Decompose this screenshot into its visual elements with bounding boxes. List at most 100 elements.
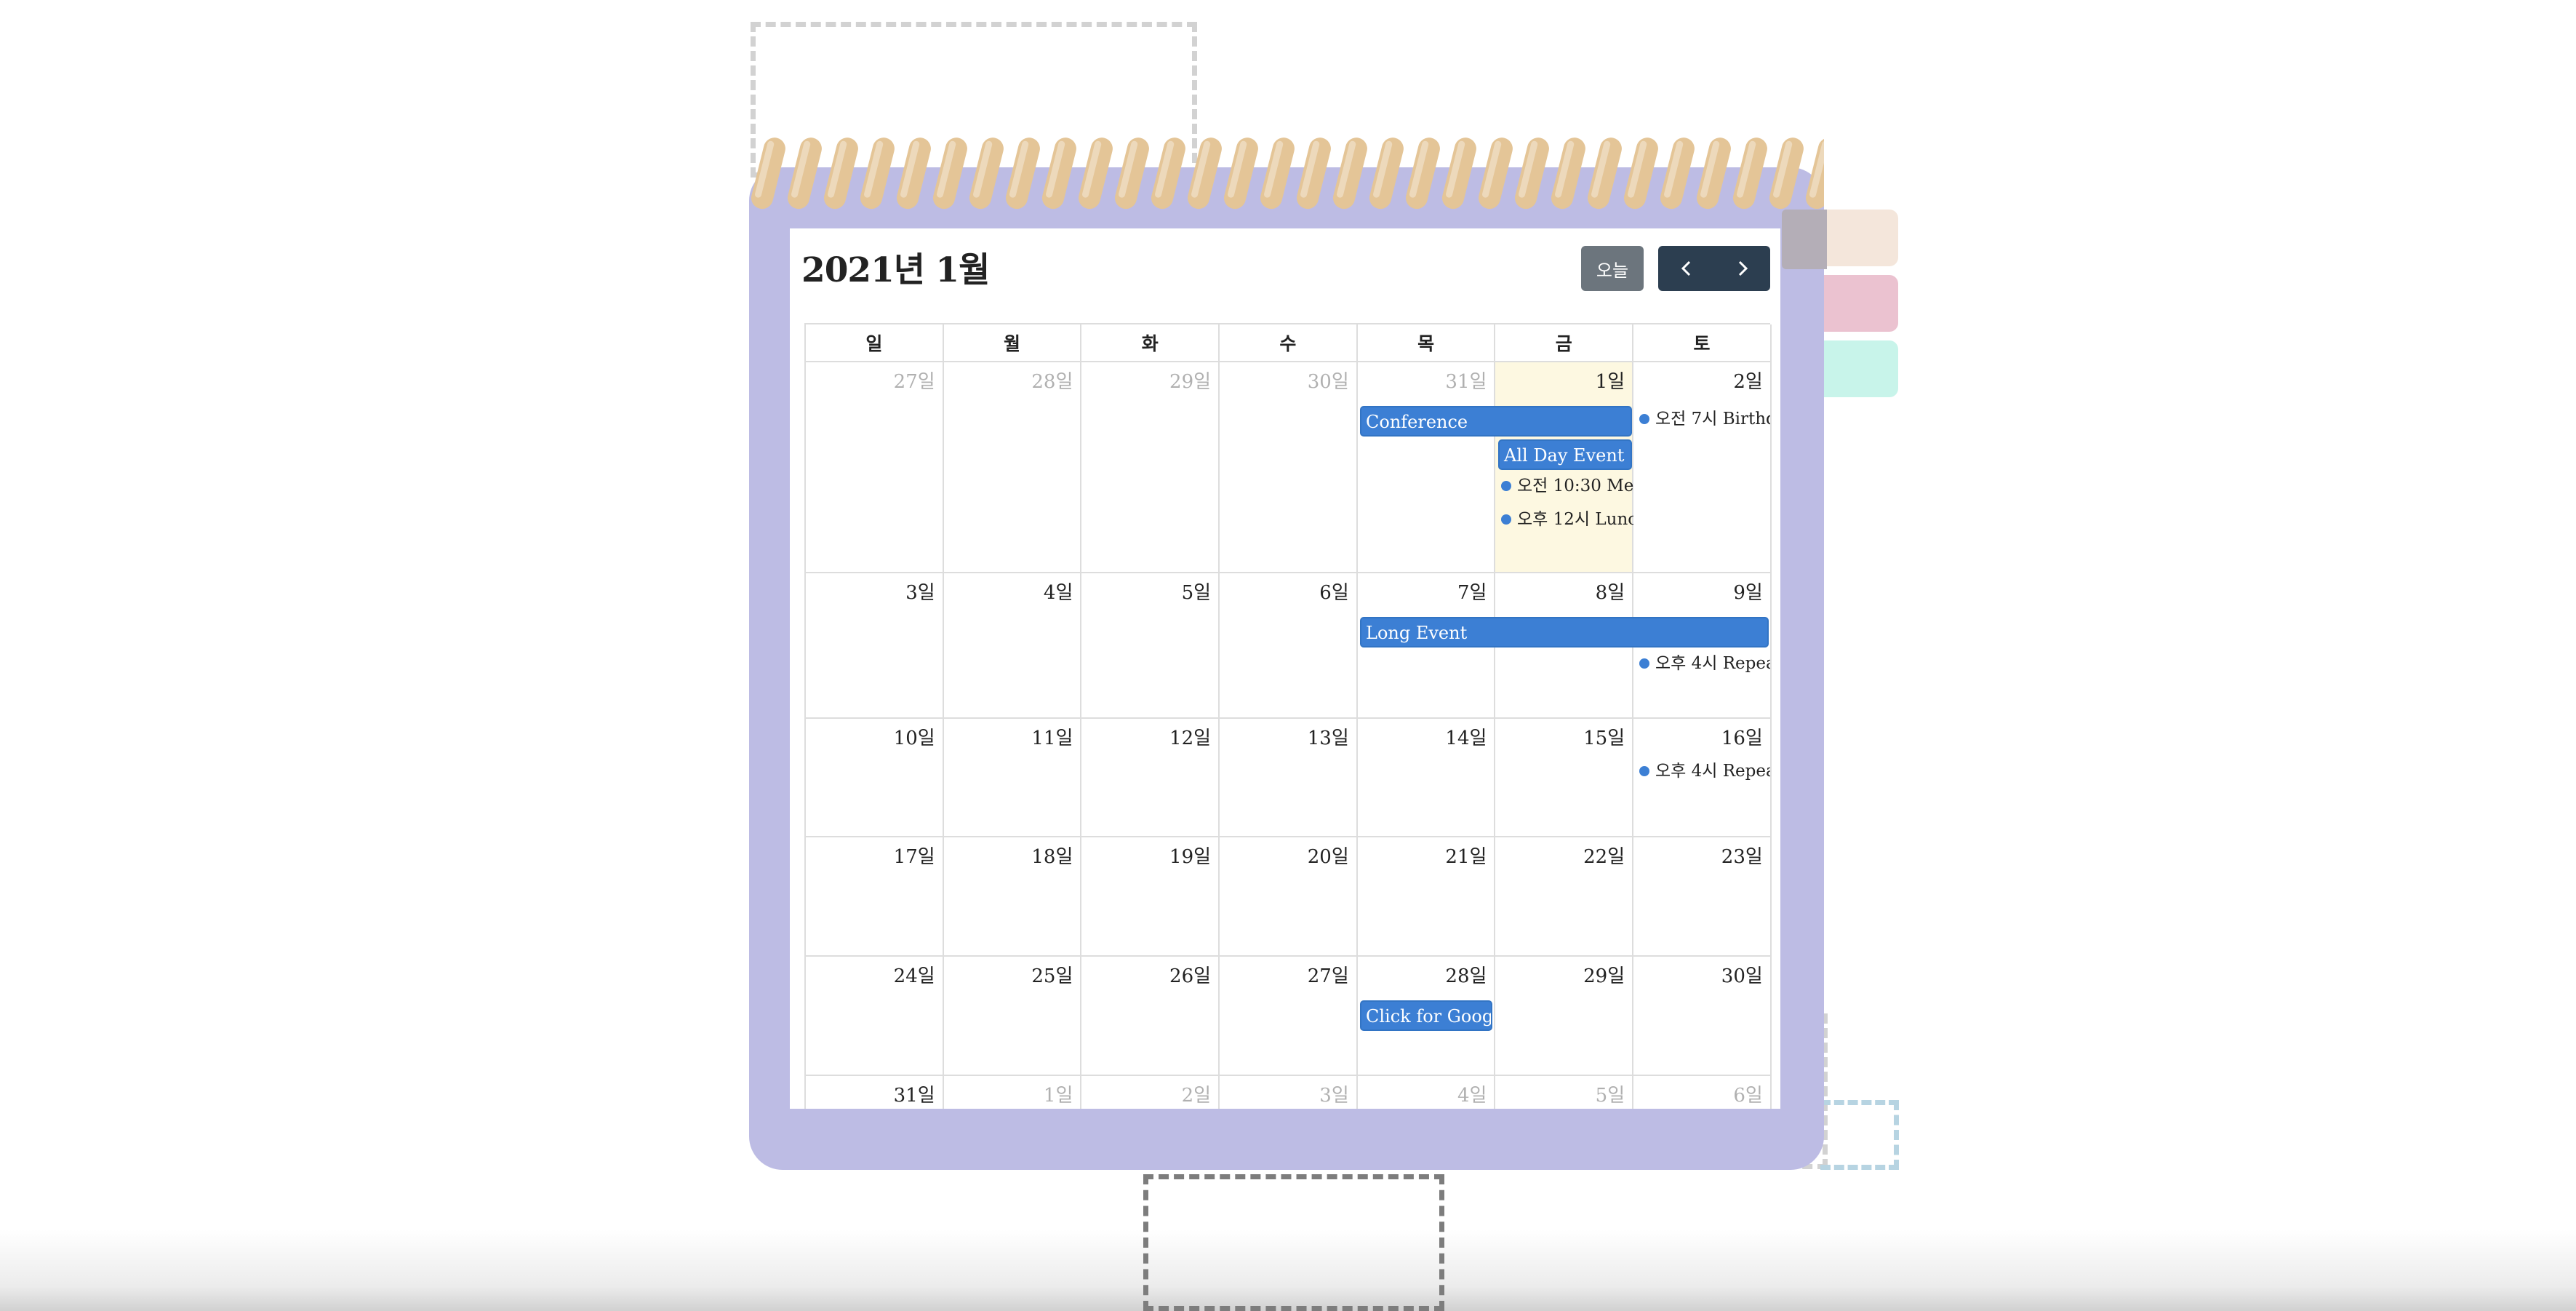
day-number: 14일 <box>1445 728 1487 749</box>
event-repeating[interactable]: 오후 4시 Repeating Event <box>1639 758 1770 784</box>
day-number: 30일 <box>1307 371 1349 393</box>
day-cell[interactable]: 22일 <box>1495 837 1634 957</box>
binding-ring <box>1294 135 1334 212</box>
binding-ring <box>1548 135 1588 212</box>
event-dot-icon <box>1639 766 1649 776</box>
day-cell[interactable]: 29일 <box>1081 362 1220 573</box>
event-repeating[interactable]: 오후 4시 Repeating Event <box>1639 650 1770 677</box>
day-number: 4일 <box>1457 1085 1487 1107</box>
day-cell[interactable]: 26일 <box>1081 957 1220 1076</box>
event-all-day[interactable]: All Day Event <box>1498 439 1632 470</box>
day-cell[interactable]: 17일 <box>806 837 944 957</box>
day-cell[interactable]: 18일 <box>943 837 1082 957</box>
day-cell[interactable]: 14일 <box>1357 719 1496 837</box>
day-cell[interactable]: 5일 <box>1081 573 1220 719</box>
binding-ring <box>1403 135 1443 212</box>
day-cell[interactable]: 28일 <box>943 362 1082 573</box>
day-cell[interactable]: 4일 <box>1358 1076 1496 1109</box>
prev-month-button[interactable] <box>1658 246 1714 291</box>
today-button[interactable]: 오늘 <box>1581 246 1644 291</box>
day-number: 13일 <box>1307 728 1349 749</box>
day-cell[interactable]: 4일 <box>943 573 1082 719</box>
day-cell[interactable]: 31일 <box>806 1076 944 1109</box>
weekday-tue: 화 <box>1081 324 1220 362</box>
day-cell[interactable]: 3일 <box>1220 1076 1358 1109</box>
event-meeting[interactable]: 오전 10:30 Meeting <box>1501 473 1633 499</box>
event-google-link[interactable]: Click for Google <box>1360 1000 1492 1031</box>
day-cell[interactable]: 2일 <box>1633 362 1772 573</box>
day-cell[interactable]: 15일 <box>1495 719 1634 837</box>
dashed-placeholder-bottom <box>1143 1174 1444 1311</box>
day-cell[interactable]: 20일 <box>1220 837 1358 957</box>
weekday-mon: 월 <box>943 324 1082 362</box>
day-number: 29일 <box>1169 371 1212 393</box>
day-number: 23일 <box>1721 846 1763 868</box>
day-number: 31일 <box>1445 371 1487 393</box>
month-navigation <box>1658 246 1770 291</box>
side-tab-pink[interactable] <box>1818 275 1898 332</box>
day-number: 3일 <box>905 582 935 604</box>
weekday-thu: 목 <box>1357 324 1496 362</box>
day-number: 25일 <box>1031 965 1073 987</box>
day-cell[interactable]: 6일 <box>1220 573 1358 719</box>
day-number: 4일 <box>1043 582 1073 604</box>
binding-ring <box>1003 135 1043 212</box>
day-number: 10일 <box>893 728 935 749</box>
event-birthday[interactable]: 오전 7시 Birthday Party <box>1639 406 1770 432</box>
binding-ring <box>1148 135 1188 212</box>
binding-ring <box>1076 135 1116 212</box>
binding-ring <box>1367 135 1407 212</box>
weekday-sat: 토 <box>1633 324 1772 362</box>
day-cell[interactable]: 25일 <box>943 957 1082 1076</box>
event-dot-icon <box>1501 481 1511 491</box>
event-lunch[interactable]: 오후 12시 Lunch <box>1501 506 1633 533</box>
day-cell[interactable]: 23일 <box>1633 837 1772 957</box>
day-cell[interactable]: 19일 <box>1081 837 1220 957</box>
week-row: 10일 11일 12일 13일 14일 15일 16일 오후 4시 Repeat… <box>806 719 1772 837</box>
month-grid: 일 월 화 수 목 금 토 27일 28일 29일 30일 31일 1일 2일 … <box>804 323 1772 1109</box>
day-cell[interactable]: 6일 <box>1633 1076 1772 1109</box>
event-conference[interactable]: Conference <box>1360 406 1632 437</box>
binding-ring <box>1767 135 1807 212</box>
weekday-wed: 수 <box>1220 324 1358 362</box>
day-number: 2일 <box>1733 371 1763 393</box>
next-month-button[interactable] <box>1714 246 1770 291</box>
day-cell[interactable]: 5일 <box>1495 1076 1634 1109</box>
side-tab-peach[interactable] <box>1818 210 1898 266</box>
day-cell[interactable]: 13일 <box>1220 719 1358 837</box>
day-cell[interactable]: 2일 <box>1081 1076 1220 1109</box>
day-cell[interactable]: 12일 <box>1081 719 1220 837</box>
day-cell[interactable]: 27일 <box>1220 957 1358 1076</box>
binding-ring <box>1621 135 1661 212</box>
binding-ring <box>1257 135 1297 212</box>
binding-ring <box>1439 135 1479 212</box>
day-cell[interactable]: 30일 <box>1633 957 1772 1076</box>
chevron-left-icon <box>1681 260 1690 276</box>
day-cell[interactable]: 30일 <box>1220 362 1358 573</box>
day-cell[interactable]: 21일 <box>1357 837 1496 957</box>
day-cell[interactable]: 11일 <box>943 719 1082 837</box>
event-long[interactable]: Long Event <box>1360 617 1769 647</box>
week-row: 3일 4일 5일 6일 7일 8일 9일 Long Event 오후 4시 Re… <box>806 573 1772 719</box>
day-number: 29일 <box>1583 965 1625 987</box>
day-cell[interactable]: 24일 <box>806 957 944 1076</box>
event-dot-icon <box>1639 658 1649 669</box>
day-cell[interactable]: 31일 <box>1357 362 1496 573</box>
event-repeating-label: 오후 4시 Repeating Event <box>1655 762 1770 781</box>
binding-ring <box>821 135 861 212</box>
day-number: 19일 <box>1169 846 1212 868</box>
binding-ring <box>1221 135 1261 212</box>
day-cell[interactable]: 1일 <box>944 1076 1082 1109</box>
binding-ring <box>1803 135 1824 212</box>
day-cell[interactable]: 29일 <box>1495 957 1634 1076</box>
side-tab-mint[interactable] <box>1818 340 1898 397</box>
day-number: 20일 <box>1307 846 1349 868</box>
day-number: 22일 <box>1583 846 1625 868</box>
day-number: 9일 <box>1733 582 1763 604</box>
day-cell[interactable]: 27일 <box>806 362 944 573</box>
week-row: 27일 28일 29일 30일 31일 1일 2일 Conference All… <box>806 362 1772 573</box>
day-cell[interactable]: 10일 <box>806 719 944 837</box>
day-number: 26일 <box>1169 965 1212 987</box>
day-cell[interactable]: 3일 <box>806 573 944 719</box>
day-number: 16일 <box>1721 728 1763 749</box>
